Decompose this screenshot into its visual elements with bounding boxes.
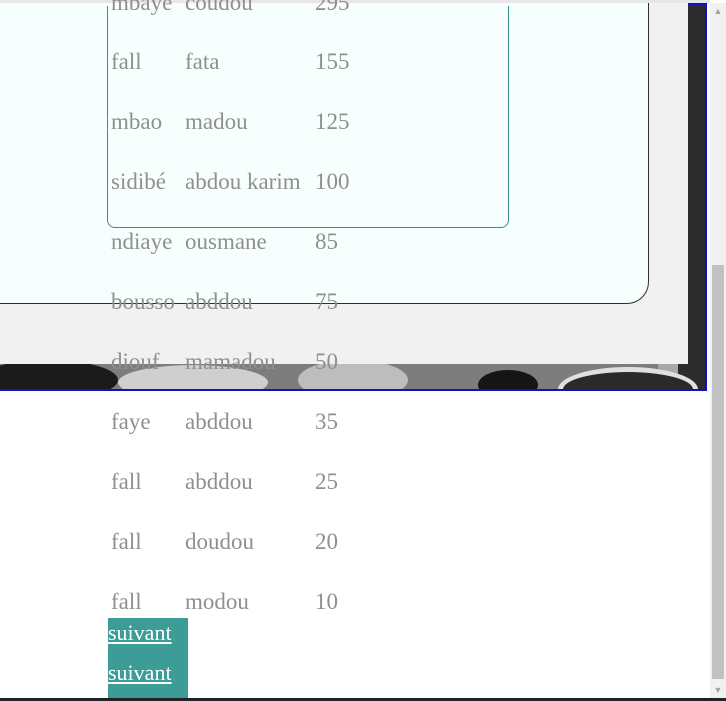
highlight-box xyxy=(107,6,509,228)
first-name: ousmane xyxy=(185,229,267,254)
triangle-up-icon[interactable]: ▲ xyxy=(710,3,726,19)
first-name: abddou xyxy=(185,469,253,494)
last-name: fall xyxy=(111,529,142,554)
first-name: coudou xyxy=(185,0,253,15)
last-name: mbao xyxy=(111,109,163,134)
vertical-scrollbar[interactable]: ▲ ▼ xyxy=(710,3,726,698)
triangle-down-icon[interactable]: ▼ xyxy=(710,682,726,698)
last-name: mbaye xyxy=(111,0,173,15)
scroll-thumb[interactable] xyxy=(712,265,724,679)
next-button-secondary[interactable]: suivant xyxy=(108,658,188,698)
next-button[interactable]: suivant xyxy=(108,618,188,658)
first-name: madou xyxy=(185,109,248,134)
last-name: diouf xyxy=(111,349,160,374)
score: 50 xyxy=(315,349,338,374)
first-name: doudou xyxy=(185,529,254,554)
first-name: abddou xyxy=(185,289,253,314)
first-name: fata xyxy=(185,49,220,74)
score: 75 xyxy=(315,289,338,314)
last-name: bousso xyxy=(111,289,175,314)
score: 295 xyxy=(315,0,350,15)
last-name: fall xyxy=(111,49,142,74)
score: 20 xyxy=(315,529,338,554)
last-name: ndiaye xyxy=(111,229,173,254)
last-name: fall xyxy=(111,469,142,494)
first-name: abddou xyxy=(185,409,253,434)
score: 10 xyxy=(315,589,338,614)
first-name: mamadou xyxy=(185,349,276,374)
last-name: faye xyxy=(111,409,151,434)
last-name: sidibé xyxy=(111,169,166,194)
first-name: modou xyxy=(185,589,249,614)
score: 85 xyxy=(315,229,338,254)
score: 25 xyxy=(315,469,338,494)
last-name: fall xyxy=(111,589,142,614)
score: 35 xyxy=(315,409,338,434)
first-name: abdou karim xyxy=(185,169,301,194)
score: 155 xyxy=(315,49,350,74)
score: 100 xyxy=(315,169,350,194)
score: 125 xyxy=(315,109,350,134)
